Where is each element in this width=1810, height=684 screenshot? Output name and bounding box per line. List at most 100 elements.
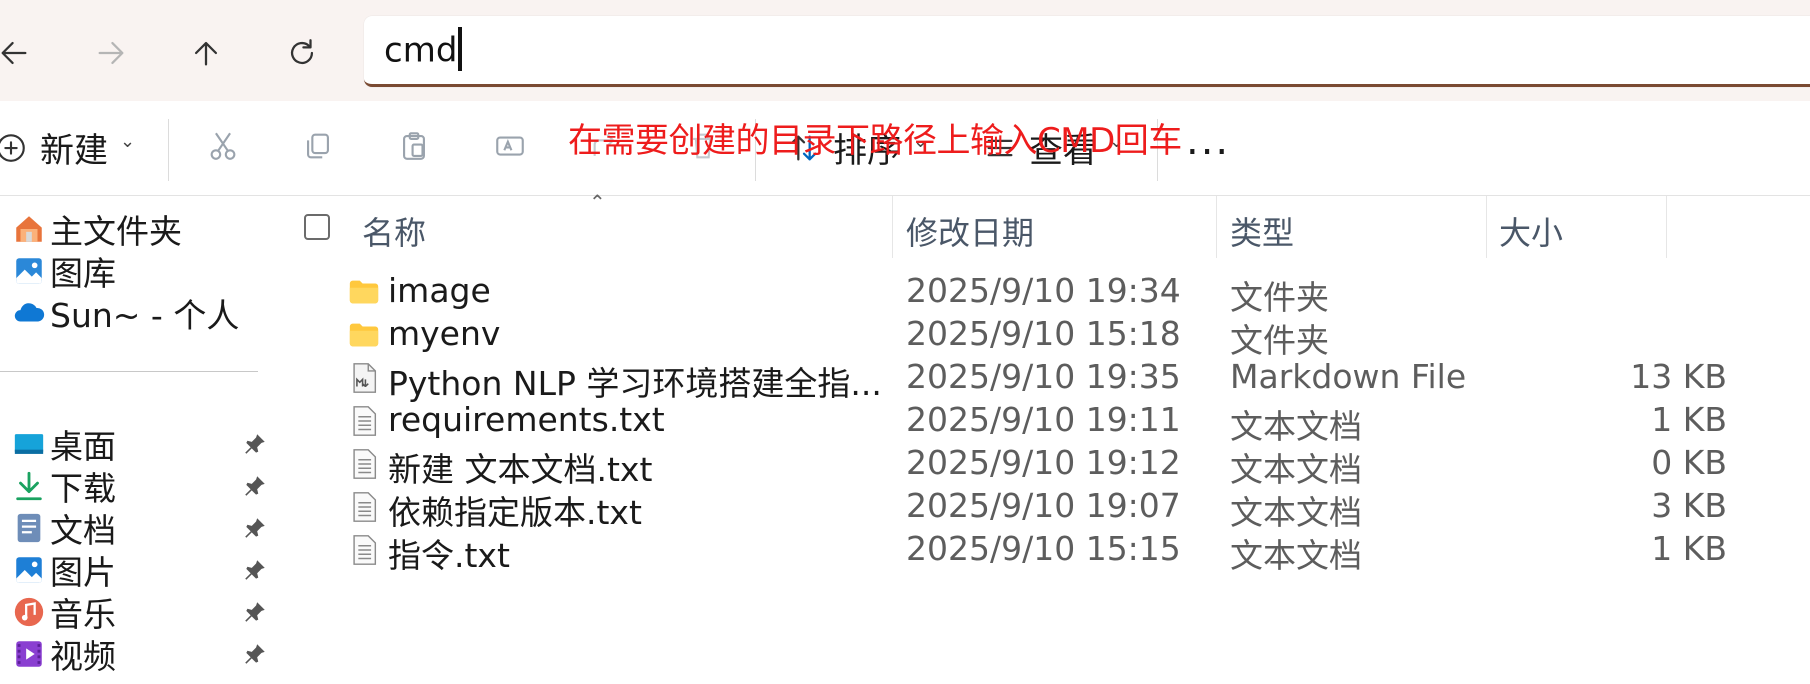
table-row[interactable]: 新建 文本文档.txt 2025/9/10 19:12 文本文档 0 KB xyxy=(277,443,1810,489)
file-name: 新建 文本文档.txt xyxy=(388,450,653,489)
table-row[interactable]: 依赖指定版本.txt 2025/9/10 19:07 文本文档 3 KB xyxy=(277,486,1810,532)
pin-icon[interactable] xyxy=(242,515,268,541)
file-name: myenv xyxy=(388,314,501,353)
sidebar-item-videos[interactable]: 视频 xyxy=(10,631,270,677)
folder-icon xyxy=(349,323,379,347)
select-all-checkbox[interactable] xyxy=(304,214,330,240)
file-size: 3 KB xyxy=(1651,486,1727,525)
table-row[interactable]: Python NLP 学习环境搭建全指... 2025/9/10 19:35 M… xyxy=(277,357,1810,403)
column-header-name[interactable]: 名称 xyxy=(362,208,426,254)
file-modified: 2025/9/10 15:18 xyxy=(906,314,1181,353)
file-size: 1 KB xyxy=(1651,400,1727,439)
file-name: image xyxy=(388,271,491,310)
text-file-icon xyxy=(353,492,377,522)
new-button-label: 新建 xyxy=(40,131,108,171)
navigation-pane: 主文件夹 图库 Sun~ - 个人 桌面 下载 文档 图片 音乐 视频 xyxy=(0,196,277,684)
file-name: Python NLP 学习环境搭建全指... xyxy=(388,364,882,403)
clipboard-icon xyxy=(403,132,425,160)
chevron-down-icon: ⌄ xyxy=(120,131,136,152)
rename-icon xyxy=(496,136,524,156)
table-row[interactable]: myenv 2025/9/10 15:18 文件夹 xyxy=(277,314,1810,360)
music-icon xyxy=(10,593,48,631)
file-name: 依赖指定版本.txt xyxy=(388,493,642,532)
videos-icon xyxy=(10,635,48,673)
text-file-icon xyxy=(353,406,377,436)
file-name: requirements.txt xyxy=(388,400,665,439)
table-row[interactable]: image 2025/9/10 19:34 文件夹 xyxy=(277,271,1810,317)
back-button[interactable] xyxy=(0,25,42,81)
up-button[interactable] xyxy=(178,25,234,81)
file-size: 0 KB xyxy=(1651,443,1727,482)
column-divider[interactable] xyxy=(1486,196,1487,258)
column-header-modified[interactable]: 修改日期 xyxy=(906,208,1034,254)
command-bar: 新建 ⌄ 排序 ⌄ 查看 ⌄ ... 在需要创建的目录下路径上输入CMD回车 xyxy=(0,101,1810,196)
column-header-row: ⌃ 名称 修改日期 类型 大小 xyxy=(277,190,1810,260)
address-input[interactable]: cmd xyxy=(384,27,463,74)
table-row[interactable]: requirements.txt 2025/9/10 19:11 文本文档 1 … xyxy=(277,400,1810,446)
arrow-left-icon xyxy=(1,41,27,65)
pin-icon[interactable] xyxy=(242,431,268,457)
file-type: 文本文档 xyxy=(1230,536,1362,575)
column-divider[interactable] xyxy=(1216,196,1217,258)
sidebar-item-label: 图片 xyxy=(50,553,116,592)
file-modified: 2025/9/10 15:15 xyxy=(906,529,1181,568)
paste-button[interactable] xyxy=(397,129,431,163)
sidebar-item-label: 音乐 xyxy=(50,595,116,634)
sidebar-item-music[interactable]: 音乐 xyxy=(10,589,270,635)
arrow-up-icon xyxy=(194,41,218,66)
desktop-icon xyxy=(10,425,48,463)
sidebar-item-documents[interactable]: 文档 xyxy=(10,505,270,551)
navigation-bar: cmd xyxy=(0,0,1810,101)
gallery-icon xyxy=(10,252,48,290)
sidebar-item-pictures[interactable]: 图片 xyxy=(10,547,270,593)
sidebar-item-gallery[interactable]: 图库 xyxy=(10,248,270,294)
sidebar-item-onedrive[interactable]: Sun~ - 个人 xyxy=(10,290,270,336)
column-divider[interactable] xyxy=(892,196,893,258)
sidebar-item-label: Sun~ - 个人 xyxy=(50,296,240,335)
sidebar-item-label: 文档 xyxy=(50,511,116,550)
forward-button[interactable] xyxy=(83,25,139,81)
file-modified: 2025/9/10 19:11 xyxy=(906,400,1181,439)
table-row[interactable]: 指令.txt 2025/9/10 15:15 文本文档 1 KB xyxy=(277,529,1810,575)
column-divider[interactable] xyxy=(1666,196,1667,258)
onedrive-cloud-icon xyxy=(10,294,48,332)
sidebar-item-desktop[interactable]: 桌面 xyxy=(10,421,270,467)
address-bar[interactable]: cmd xyxy=(364,16,1810,87)
column-header-size[interactable]: 大小 xyxy=(1499,208,1563,254)
copy-button[interactable] xyxy=(301,129,335,163)
file-type: 文件夹 xyxy=(1230,278,1329,317)
sidebar-item-label: 主文件夹 xyxy=(50,212,182,251)
refresh-button[interactable] xyxy=(274,25,330,81)
new-button[interactable]: 新建 ⌄ xyxy=(0,123,135,172)
pin-icon[interactable] xyxy=(242,599,268,625)
column-header-type[interactable]: 类型 xyxy=(1230,208,1294,254)
sidebar-item-label: 下载 xyxy=(50,469,116,508)
rename-button[interactable] xyxy=(493,129,527,163)
pin-icon[interactable] xyxy=(242,641,268,667)
divider xyxy=(168,119,169,181)
scissors-icon xyxy=(210,132,236,160)
pin-icon[interactable] xyxy=(242,473,268,499)
file-type: Markdown File xyxy=(1230,357,1467,396)
home-icon xyxy=(10,210,48,248)
file-modified: 2025/9/10 19:34 xyxy=(906,271,1181,310)
arrow-right-icon xyxy=(98,41,124,65)
pin-icon[interactable] xyxy=(242,557,268,583)
folder-icon xyxy=(349,280,379,304)
plus-circle-icon xyxy=(0,133,25,162)
file-name: 指令.txt xyxy=(388,536,510,575)
text-file-icon xyxy=(353,449,377,479)
cut-button[interactable] xyxy=(206,129,240,163)
sidebar-item-downloads[interactable]: 下载 xyxy=(10,463,270,509)
refresh-icon xyxy=(290,39,314,65)
file-type: 文本文档 xyxy=(1230,407,1362,446)
documents-icon xyxy=(10,509,48,547)
file-type: 文本文档 xyxy=(1230,450,1362,489)
annotation-text: 在需要创建的目录下路径上输入CMD回车 xyxy=(568,121,1182,161)
sidebar-item-home[interactable]: 主文件夹 xyxy=(10,206,270,252)
more-options-button[interactable]: ... xyxy=(1186,118,1230,164)
pictures-icon xyxy=(10,551,48,589)
file-modified: 2025/9/10 19:07 xyxy=(906,486,1181,525)
text-file-icon xyxy=(353,535,377,565)
copy-icon xyxy=(307,133,329,159)
